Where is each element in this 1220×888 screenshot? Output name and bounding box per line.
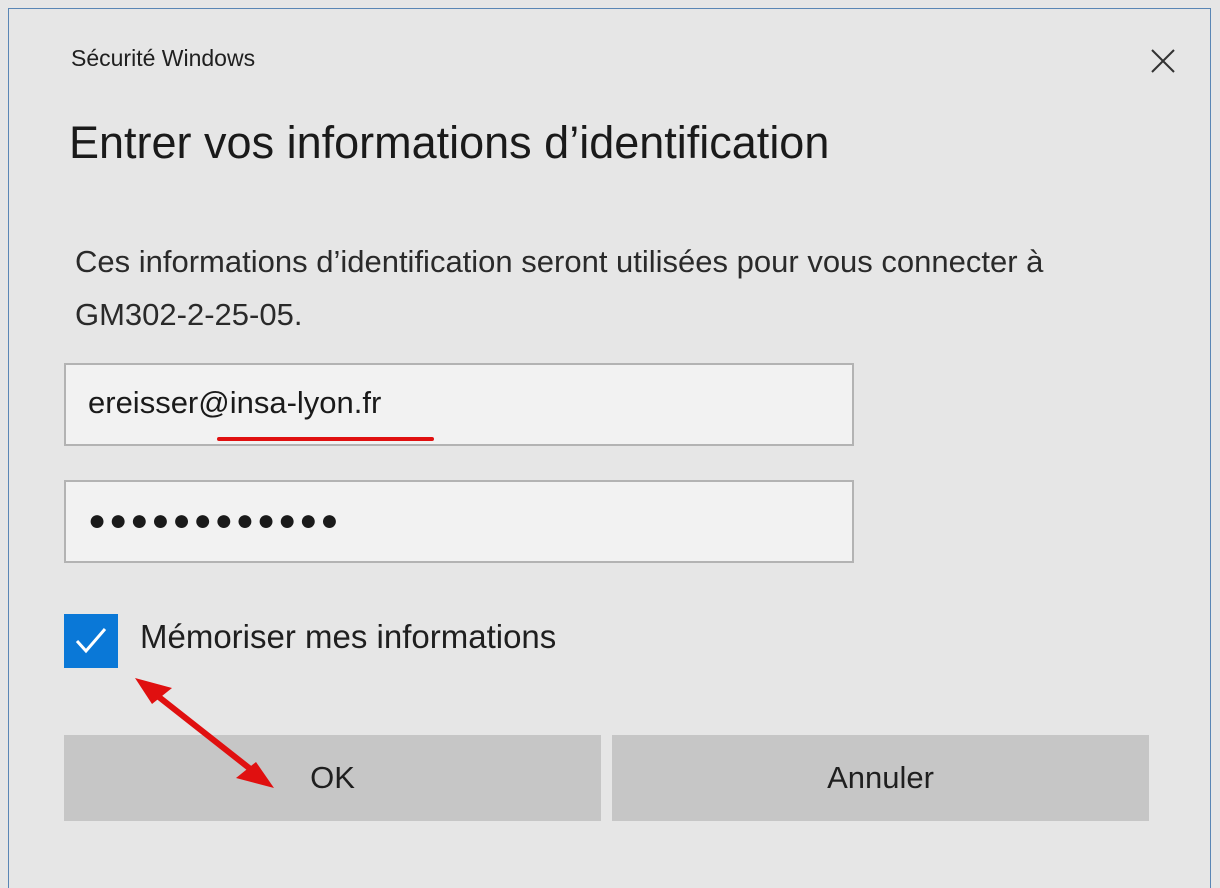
close-button[interactable]: [1139, 37, 1187, 85]
username-value: ereisser@insa-lyon.fr: [88, 385, 382, 420]
password-field[interactable]: ●●●●●●●●●●●●: [64, 480, 854, 563]
dialog-description: Ces informations d’identification seront…: [75, 244, 1044, 332]
username-field[interactable]: ereisser@insa-lyon.fr: [64, 363, 854, 446]
ok-button[interactable]: OK: [64, 735, 601, 821]
close-icon: [1151, 49, 1175, 73]
remember-checkbox[interactable]: [64, 614, 118, 668]
password-value: ●●●●●●●●●●●●: [88, 504, 342, 537]
annotation-underline: [217, 437, 434, 441]
cancel-button[interactable]: Annuler: [612, 735, 1149, 821]
window-title: Sécurité Windows: [71, 45, 256, 71]
dialog-heading: Entrer vos informations d’identification: [69, 117, 830, 168]
checkmark-icon: [75, 628, 107, 654]
remember-label: Mémoriser mes informations: [140, 618, 557, 655]
